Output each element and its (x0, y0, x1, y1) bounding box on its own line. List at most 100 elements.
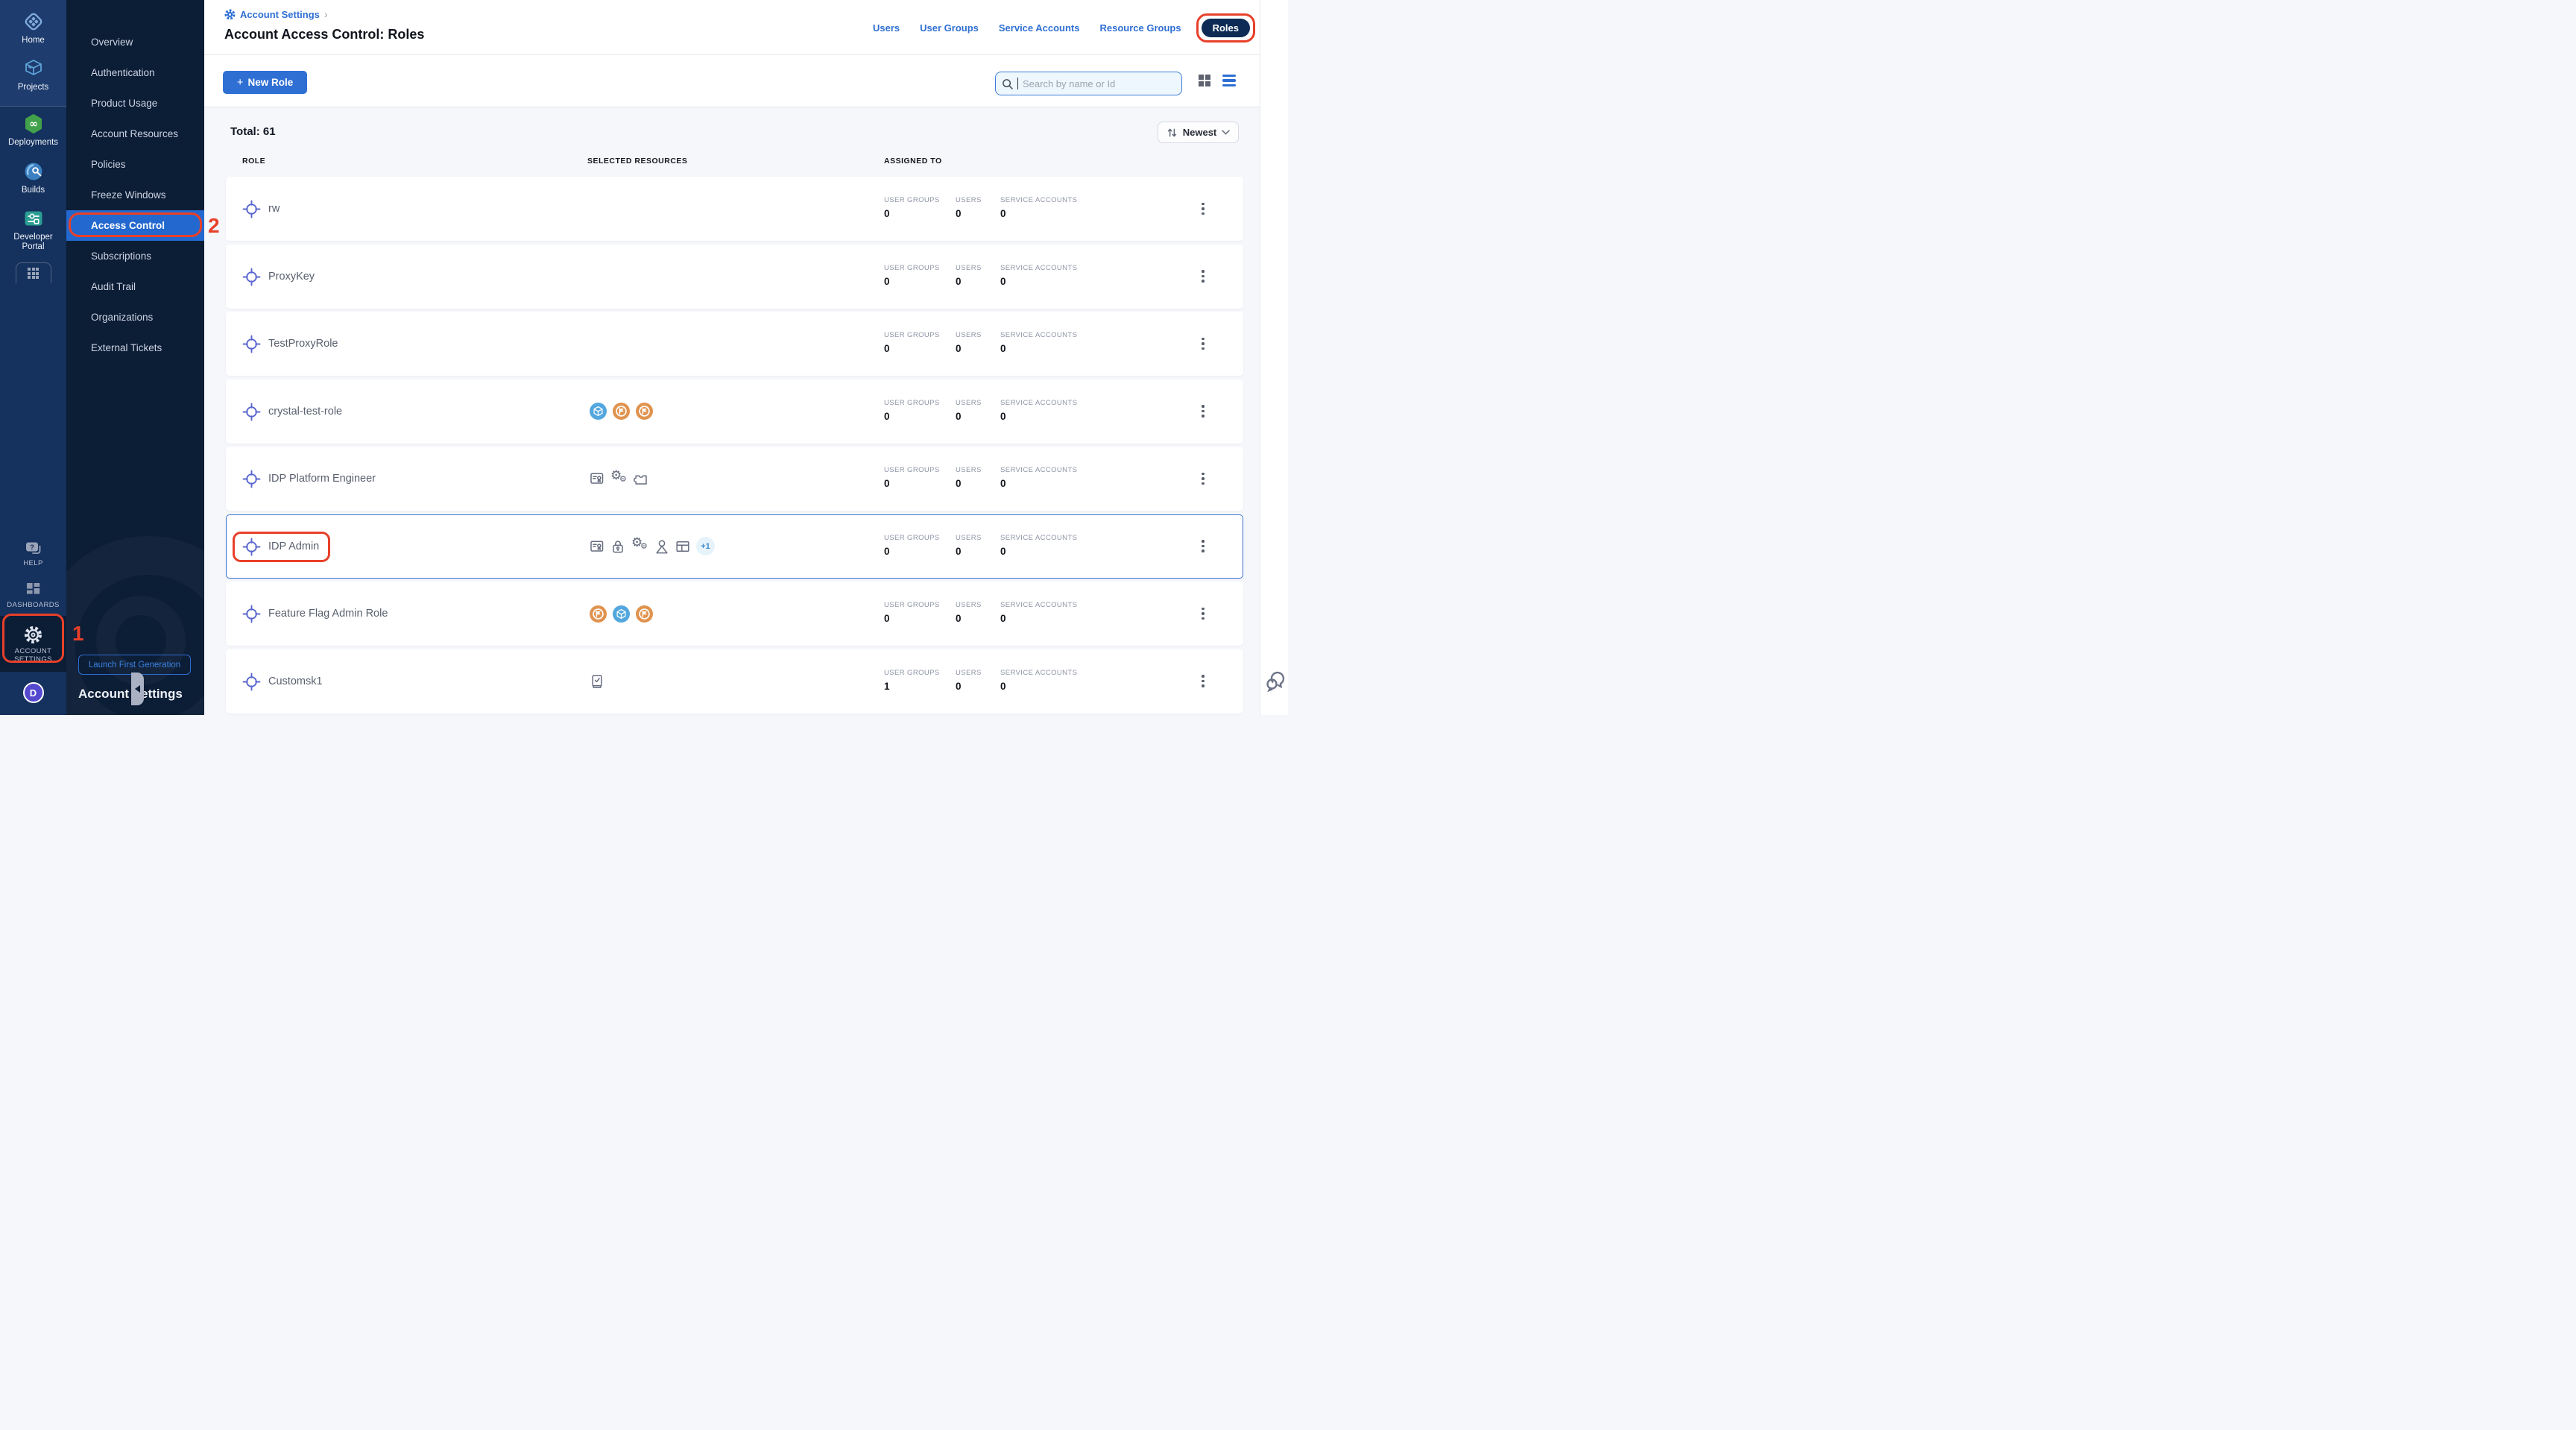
rail-item-deployments[interactable]: ∞Deployments (0, 107, 66, 154)
assigned-count: 0 (956, 208, 962, 219)
assigned-label: USERS (956, 466, 982, 474)
tab-user-groups[interactable]: User Groups (920, 22, 979, 34)
role-name[interactable]: Customsk1 (268, 650, 323, 713)
selected-resources-group (590, 582, 653, 645)
sidebar-item-access-control[interactable]: Access Control (66, 210, 204, 241)
assigned-label: SERVICE ACCOUNTS (1000, 196, 1077, 204)
tab-users[interactable]: Users (873, 22, 900, 34)
text-cursor (1017, 78, 1018, 89)
row-menu-kebab-icon[interactable] (1196, 515, 1210, 578)
tab-resource-groups[interactable]: Resource Groups (1100, 22, 1181, 34)
role-row-testproxyrole[interactable]: TestProxyRoleUSER GROUPS0USERS0SERVICE A… (226, 312, 1243, 376)
row-menu-kebab-icon[interactable] (1196, 312, 1210, 375)
sidebar-item-product-usage[interactable]: Product Usage (66, 88, 204, 119)
assigned-count: 0 (1000, 546, 1006, 557)
grid-view-icon (1199, 75, 1210, 86)
total-count: Total: 61 (230, 125, 276, 138)
rail-item-help[interactable]: ? HELP (0, 535, 66, 574)
sidebar-item-overview[interactable]: Overview (66, 27, 204, 57)
row-menu-kebab-icon[interactable] (1196, 245, 1210, 308)
role-row-feature-flag-admin-role[interactable]: Feature Flag Admin RoleUSER GROUPS0USERS… (226, 582, 1243, 646)
projects-cube-icon (22, 57, 45, 80)
role-target-icon (242, 470, 261, 492)
svg-text:?: ? (30, 544, 34, 552)
harness-logo-icon (22, 10, 45, 33)
sidebar-item-audit-trail[interactable]: Audit Trail (66, 271, 204, 302)
rail-item-builds[interactable]: Builds (0, 154, 66, 201)
sidebar-item-freeze-windows[interactable]: Freeze Windows (66, 180, 204, 210)
rail-modules-top: Home Projects (0, 0, 66, 107)
assigned-label: SERVICE ACCOUNTS (1000, 331, 1077, 339)
search-box[interactable] (995, 72, 1182, 95)
row-menu-kebab-icon[interactable] (1196, 380, 1210, 443)
assigned-count: 0 (884, 546, 890, 557)
page-header: Account Settings › Account Access Contro… (204, 0, 1288, 55)
column-selected-resources: SELECTED RESOURCES (587, 157, 687, 166)
sidebar-item-external-tickets[interactable]: External Tickets (66, 333, 204, 363)
role-name[interactable]: IDP Platform Engineer (268, 447, 376, 510)
role-name[interactable]: IDP Admin (268, 515, 319, 578)
rail-item-label: HELP (23, 560, 42, 568)
row-menu-kebab-icon[interactable] (1196, 650, 1210, 713)
role-row-crystal-test-role[interactable]: crystal-test-roleUSER GROUPS0USERS0SERVI… (226, 379, 1243, 444)
sidebar-item-organizations[interactable]: Organizations (66, 302, 204, 333)
role-target-icon (242, 335, 261, 357)
row-menu-kebab-icon[interactable] (1196, 177, 1210, 240)
role-row-proxykey[interactable]: ProxyKeyUSER GROUPS0USERS0SERVICE ACCOUN… (226, 245, 1243, 309)
row-menu-kebab-icon[interactable] (1196, 447, 1210, 510)
row-menu-kebab-icon[interactable] (1196, 582, 1210, 645)
sort-dropdown[interactable]: Newest (1158, 122, 1239, 143)
module-picker-button[interactable] (16, 262, 51, 283)
grid-view-button[interactable] (1199, 75, 1210, 86)
assigned-label: USER GROUPS (884, 331, 940, 339)
sidebar-item-account-resources[interactable]: Account Resources (66, 119, 204, 149)
resource-overflow-chip[interactable]: +1 (696, 537, 715, 555)
rail-item-projects[interactable]: Projects (0, 51, 66, 98)
role-target-icon (242, 268, 261, 290)
module-grid-icon (28, 268, 39, 279)
assigned-label: SERVICE ACCOUNTS (1000, 534, 1077, 542)
assigned-label: USERS (956, 534, 982, 542)
search-input[interactable] (1023, 78, 1175, 89)
launch-first-generation-button[interactable]: Launch First Generation (78, 655, 191, 675)
role-name[interactable]: rw (268, 177, 280, 240)
role-name[interactable]: Feature Flag Admin Role (268, 582, 388, 645)
role-name[interactable]: crystal-test-role (268, 380, 342, 443)
sidebar-item-policies[interactable]: Policies (66, 149, 204, 180)
assigned-count: 0 (1000, 681, 1006, 692)
new-role-button[interactable]: + New Role (223, 71, 307, 94)
support-chat-icon[interactable] (1266, 670, 1287, 697)
sidebar-collapse-button[interactable] (131, 673, 144, 705)
chevron-down-icon (1222, 130, 1230, 135)
selected-resources-group: ⚙⚙ (590, 447, 648, 510)
rail-item-dashboards[interactable]: DASHBOARDS (0, 574, 66, 616)
role-row-customsk1[interactable]: Customsk1USER GROUPS1USERS0SERVICE ACCOU… (226, 649, 1243, 714)
assigned-count: 0 (1000, 208, 1006, 219)
resource-gears-icon: ⚙⚙ (610, 471, 628, 487)
rail-item-developer-portal[interactable]: Developer Portal (0, 201, 66, 258)
breadcrumb-separator: › (324, 8, 328, 20)
role-row-idp-admin[interactable]: IDP Admin⚙⚙+1USER GROUPS0USERS0SERVICE A… (226, 514, 1243, 579)
assigned-label: USER GROUPS (884, 669, 940, 677)
role-target-icon (242, 605, 261, 627)
breadcrumb[interactable]: Account Settings › (224, 8, 328, 20)
role-name[interactable]: TestProxyRole (268, 312, 338, 375)
tab-roles[interactable]: Roles (1202, 19, 1250, 37)
role-row-rw[interactable]: rwUSER GROUPS0USERS0SERVICE ACCOUNTS0 (226, 177, 1243, 241)
rail-item-home[interactable]: Home (0, 4, 66, 51)
breadcrumb-label[interactable]: Account Settings (240, 9, 320, 20)
user-avatar[interactable]: D (23, 682, 44, 703)
list-view-button[interactable] (1222, 75, 1236, 86)
search-icon (1002, 78, 1013, 89)
role-name[interactable]: ProxyKey (268, 245, 315, 308)
resource-flag-circle-icon (613, 403, 630, 420)
sidebar-item-subscriptions[interactable]: Subscriptions (66, 241, 204, 271)
tab-service-accounts[interactable]: Service Accounts (999, 22, 1080, 34)
column-assigned-to: ASSIGNED TO (884, 157, 942, 166)
sidebar-item-authentication[interactable]: Authentication (66, 57, 204, 88)
role-row-idp-platform-engineer[interactable]: IDP Platform Engineer⚙⚙USER GROUPS0USERS… (226, 447, 1243, 511)
rail-item-account-settings[interactable]: ACCOUNT SETTINGS (0, 616, 66, 672)
assigned-count: 0 (1000, 276, 1006, 287)
resource-gears-icon: ⚙⚙ (631, 538, 648, 554)
rail-item-label: Home (22, 36, 45, 45)
